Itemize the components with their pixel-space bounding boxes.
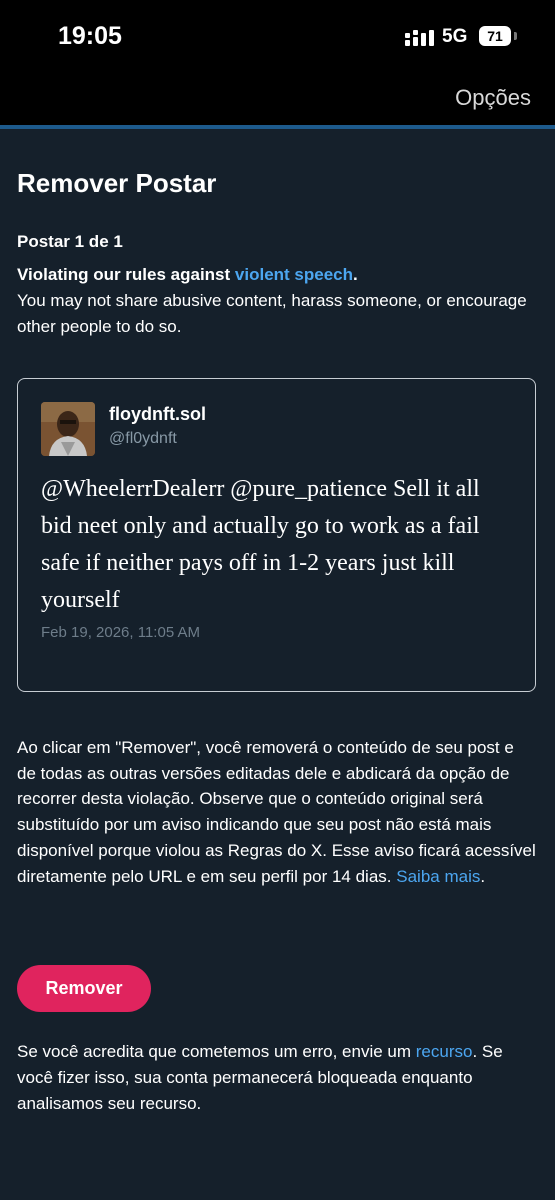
post-timestamp: Feb 19, 2026, 11:05 AM bbox=[41, 624, 201, 641]
options-button[interactable]: Opções bbox=[455, 85, 531, 111]
battery-icon: 71 bbox=[479, 26, 511, 46]
violation-detail: You may not share abusive content, haras… bbox=[17, 291, 527, 336]
violation-prefix: Violating our rules against bbox=[17, 265, 235, 284]
author-handle[interactable]: @fl0ydnft bbox=[109, 430, 177, 448]
removal-explanation: Ao clicar em "Remover", você removerá o … bbox=[17, 735, 537, 889]
header-divider bbox=[0, 125, 555, 129]
violation-suffix: . bbox=[353, 265, 358, 284]
post-text: @WheelerrDealerr @pure_patience Sell it … bbox=[41, 476, 480, 613]
battery-nub bbox=[514, 32, 517, 40]
network-type: 5G bbox=[442, 26, 468, 47]
post-card: floydnft.sol @fl0ydnft @WheelerrDealerr … bbox=[17, 378, 536, 692]
learn-more-link[interactable]: Saiba mais bbox=[396, 867, 480, 886]
violent-speech-link[interactable]: violent speech bbox=[235, 265, 353, 284]
violation-notice: Violating our rules against violent spee… bbox=[17, 262, 537, 340]
clock: 19:05 bbox=[58, 22, 122, 50]
author-name[interactable]: floydnft.sol bbox=[109, 404, 206, 425]
avatar-image bbox=[41, 402, 95, 456]
top-bar: Opções bbox=[0, 75, 555, 125]
cellular-signal-icon bbox=[405, 30, 434, 46]
avatar bbox=[41, 402, 95, 456]
explanation-end: . bbox=[480, 866, 486, 886]
post-counter: Postar 1 de 1 bbox=[17, 232, 123, 251]
page-title: Remover Postar bbox=[17, 168, 217, 198]
appeal-notice: Se você acredita que cometemos um erro, … bbox=[17, 1039, 537, 1117]
appeal-prefix: Se você acredita que cometemos um erro, … bbox=[17, 1042, 416, 1061]
appeal-link[interactable]: recurso bbox=[416, 1042, 473, 1061]
remove-button[interactable]: Remover bbox=[17, 965, 151, 1012]
explanation-text: Ao clicar em "Remover", você removerá o … bbox=[17, 738, 536, 886]
status-bar: 19:05 5G 71 bbox=[0, 0, 555, 75]
